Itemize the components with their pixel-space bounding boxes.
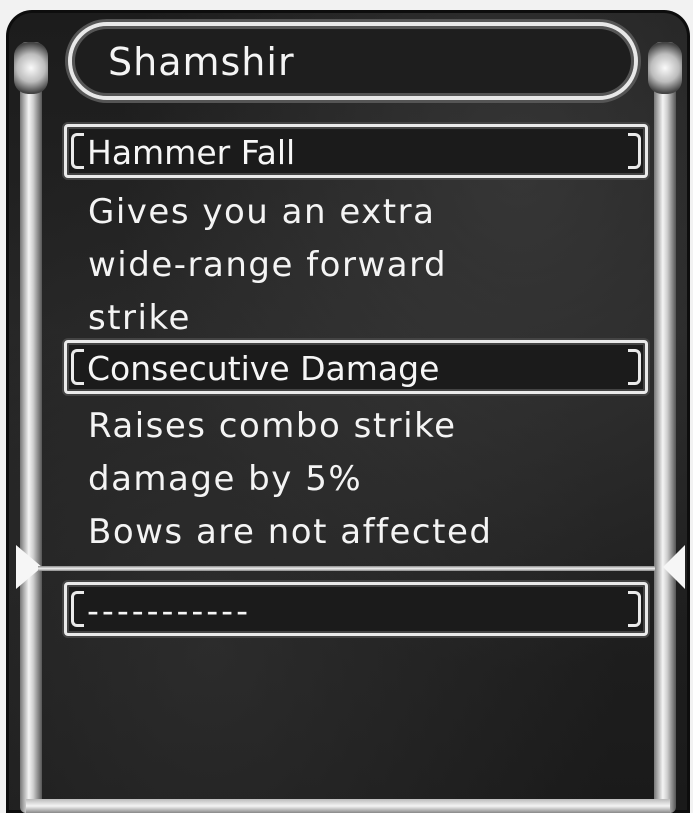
bottom-frame-rail xyxy=(26,799,670,813)
skill-name: Hammer Fall xyxy=(87,133,296,172)
item-name: Shamshir xyxy=(108,40,295,84)
skill-slot-1[interactable]: Hammer Fall xyxy=(64,124,648,178)
right-frame-rail xyxy=(654,42,676,813)
description-line: Raises combo strike xyxy=(88,406,457,446)
description-line: strike xyxy=(88,298,191,338)
section-divider xyxy=(38,566,655,571)
empty-slot-placeholder: ----------- xyxy=(87,591,251,630)
description-line: damage by 5% xyxy=(88,459,363,499)
skill-description: Raises combo strike damage by 5% Bows ar… xyxy=(88,400,492,559)
skill-slot-3-empty[interactable]: ----------- xyxy=(64,582,648,636)
item-name-banner: Shamshir xyxy=(68,22,638,100)
right-ornament xyxy=(648,42,682,94)
description-line: wide-range forward xyxy=(88,245,448,285)
left-frame-rail xyxy=(20,42,42,813)
description-line: Gives you an extra xyxy=(88,192,436,232)
skill-slot-2[interactable]: Consecutive Damage xyxy=(64,340,648,394)
scroll-right-arrow-icon[interactable] xyxy=(663,545,685,589)
left-ornament xyxy=(14,42,48,94)
skill-name: Consecutive Damage xyxy=(87,349,440,388)
skill-description: Gives you an extra wide-range forward st… xyxy=(88,186,447,345)
description-line: Bows are not affected xyxy=(88,512,493,552)
